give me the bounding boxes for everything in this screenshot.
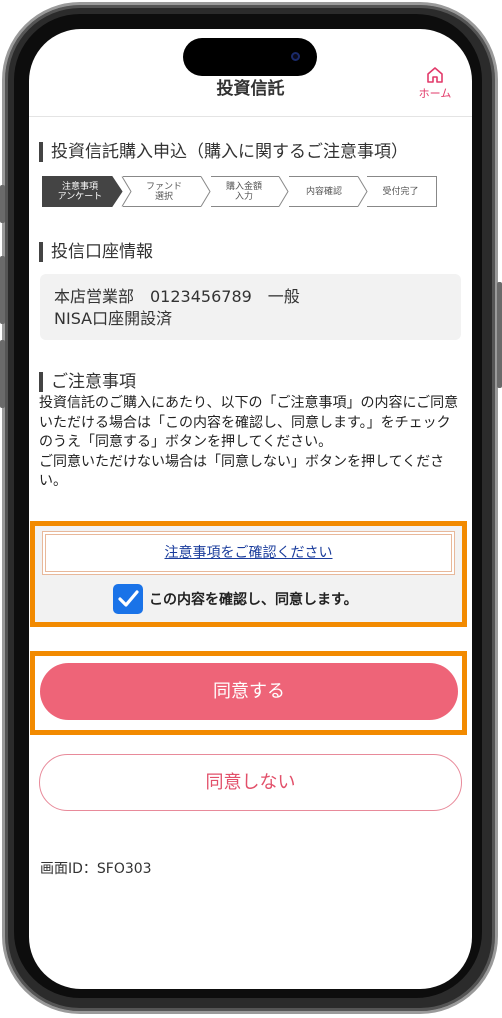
home-label: ホーム [418, 87, 452, 100]
agree-button-highlight: 同意する [30, 651, 467, 735]
agree-checkbox[interactable] [113, 584, 143, 614]
step-5: 受付完了 [364, 176, 437, 207]
home-icon [427, 67, 443, 83]
step-4: 内容確認 [284, 176, 364, 207]
step-1: 注意事項 アンケート [42, 176, 118, 207]
side-button-volume-up [0, 256, 5, 324]
step-3: 購入金額 入力 [204, 176, 284, 207]
step-2-line1: ファンド [145, 181, 182, 192]
step-4-line1: 内容確認 [305, 186, 342, 197]
notice-paragraph-1: 投資信託のご購入にあたり、以下の「ご注意事項」の内容にご同意いただける場合は「こ… [39, 395, 459, 450]
camera-icon [291, 52, 300, 61]
header-title: 投資信託 [216, 79, 285, 99]
checkmark-icon [118, 590, 139, 607]
step-3-line2: 入力 [234, 191, 253, 202]
account-line2: NISA口座開設済 [54, 309, 173, 328]
confirm-area: 注意事項をご確認ください この内容を確認し、同意します。 [30, 521, 467, 627]
step-5-line1: 受付完了 [382, 186, 419, 197]
step-3-line1: 購入金額 [225, 181, 262, 192]
screen-id: 画面ID：SFO303 [40, 861, 152, 877]
notice-paragraph-2: ご同意いただけない場合は「同意しない」ボタンを押してください。 [39, 453, 445, 490]
notice-text: 投資信託のご購入にあたり、以下の「ご注意事項」の内容にご同意いただける場合は「こ… [39, 394, 464, 492]
step-2-line2: 選択 [154, 191, 173, 202]
side-button-silent [0, 185, 5, 223]
side-button-power [497, 282, 502, 388]
app-screen: 投資信託 ホーム 投資信託購入申込（購入に関するご注意事項） 注意事項 アンケート… [29, 29, 472, 989]
notice-link-box: 注意事項をご確認ください [42, 531, 455, 575]
notice-link[interactable]: 注意事項をご確認ください [165, 545, 333, 561]
step-1-line2: アンケート [57, 191, 103, 202]
dynamic-island [183, 38, 317, 76]
agree-checkbox-label: この内容を確認し、同意します。 [149, 592, 358, 608]
step-2: ファンド 選択 [126, 176, 202, 207]
account-section-title: 投信口座情報 [39, 242, 153, 262]
page-title: 投資信託購入申込（購入に関するご注意事項） [39, 142, 408, 162]
step-1-line1: 注意事項 [61, 181, 98, 192]
agree-button[interactable]: 同意する [40, 663, 458, 720]
home-button[interactable]: ホーム [413, 66, 457, 101]
account-info-box: 本店営業部 0123456789 一般 NISA口座開設済 [40, 274, 461, 340]
side-button-volume-down [0, 340, 5, 408]
step-indicator: 注意事項 アンケート ファンド 選択 購入金額 入力 内容確認 受付完了 [42, 176, 437, 207]
notice-section-title: ご注意事項 [39, 372, 136, 392]
agree-checkbox-row[interactable]: この内容を確認し、同意します。 [113, 583, 358, 615]
account-line1: 本店営業部 0123456789 一般 [54, 287, 300, 306]
disagree-button[interactable]: 同意しない [39, 754, 462, 811]
